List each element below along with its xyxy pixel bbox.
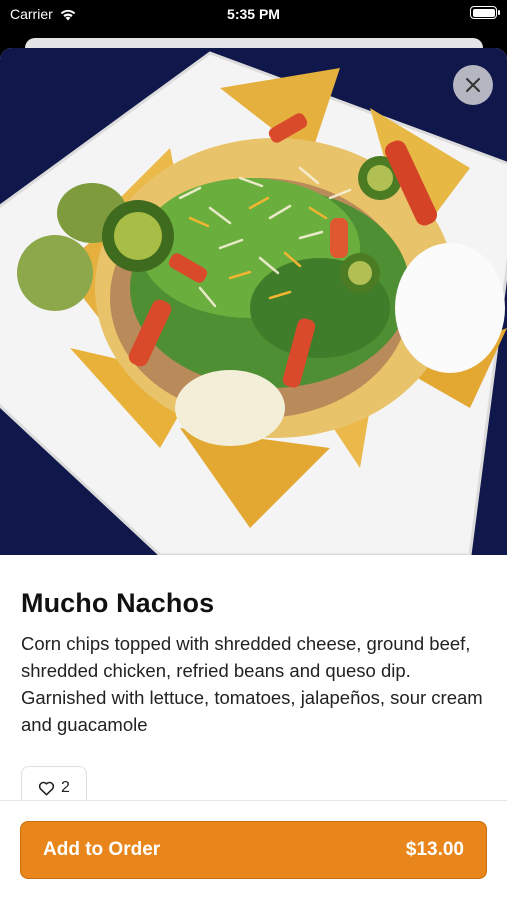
item-price: $13.00: [405, 839, 464, 860]
add-to-order-label: Add to Order: [43, 839, 161, 860]
item-photo: [0, 48, 507, 555]
item-detail-sheet: Mucho Nachos Corn chips topped with shre…: [0, 48, 507, 900]
close-icon: [466, 78, 480, 92]
item-description: Corn chips topped with shredded cheese, …: [21, 633, 483, 735]
nachos-image: [0, 48, 507, 555]
item-title: Mucho Nachos: [21, 588, 215, 618]
heart-icon: [38, 781, 55, 796]
battery-icon: [470, 6, 500, 19]
close-button[interactable]: [453, 65, 493, 105]
status-time: 5:35 PM: [227, 6, 280, 22]
add-to-order-button[interactable]: Add to Order $13.00: [20, 821, 487, 879]
like-count: 2: [61, 779, 70, 796]
status-bar: Carrier 5:35 PM: [0, 0, 507, 36]
